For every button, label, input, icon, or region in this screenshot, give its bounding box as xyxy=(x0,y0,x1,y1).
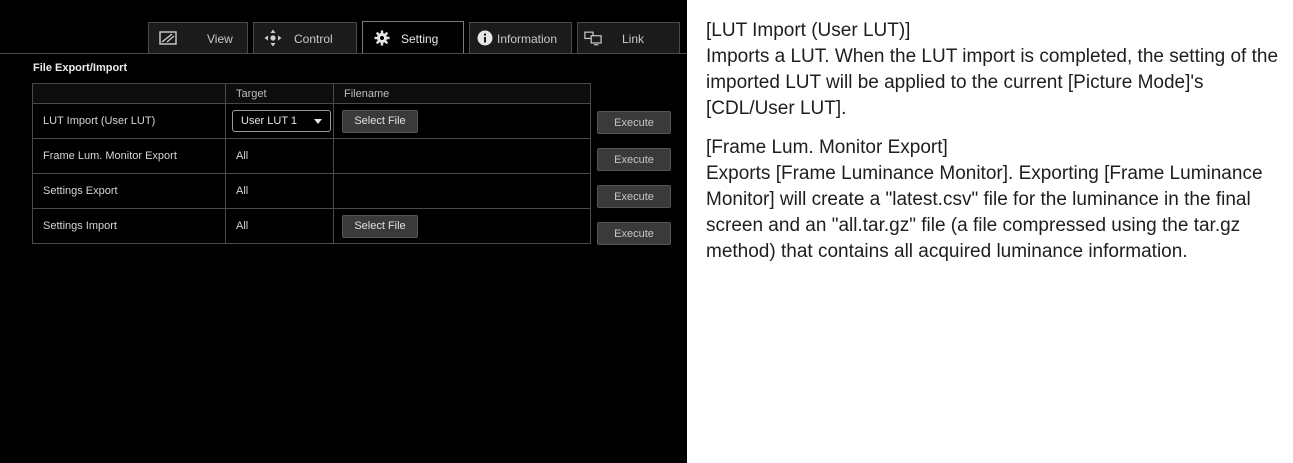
target-cell: User LUT 1 xyxy=(226,104,334,138)
lut-body: Imports a LUT. When the LUT import is co… xyxy=(706,46,1279,119)
tab-divider xyxy=(0,53,687,54)
tab-view[interactable]: View xyxy=(148,22,248,53)
move-arrows-icon xyxy=(264,29,282,47)
file-export-import-table: Target Filename LUT Import (User LUT) Us… xyxy=(32,83,591,244)
target-value: All xyxy=(226,139,334,173)
chevron-down-icon xyxy=(314,119,322,124)
gear-icon xyxy=(373,30,391,46)
row-name: Frame Lum. Monitor Export xyxy=(33,139,226,173)
table-row: Settings Export All xyxy=(33,173,590,208)
row-name: Settings Export xyxy=(33,174,226,208)
target-select-value: User LUT 1 xyxy=(241,115,298,127)
info-icon xyxy=(476,30,494,46)
tab-setting[interactable]: Setting xyxy=(362,21,464,54)
tab-label: Link xyxy=(622,32,645,46)
monitors-link-icon xyxy=(584,30,602,46)
table-header-row: Target Filename xyxy=(33,84,590,103)
monitor-web-ui: View Control Setting Information Link Fi… xyxy=(0,0,687,463)
tab-label: Control xyxy=(294,32,333,46)
table-row: LUT Import (User LUT) User LUT 1 Select … xyxy=(33,103,590,138)
execute-button[interactable]: Execute xyxy=(597,185,671,208)
tab-information[interactable]: Information xyxy=(469,22,572,53)
target-select[interactable]: User LUT 1 xyxy=(232,110,331,132)
tab-label: View xyxy=(207,32,233,46)
header-cell xyxy=(33,84,226,103)
tab-link[interactable]: Link xyxy=(577,22,680,53)
row-name: LUT Import (User LUT) xyxy=(33,104,226,138)
filename-cell: Select File xyxy=(334,209,590,243)
header-cell-filename: Filename xyxy=(344,87,390,100)
table-row: Settings Import All Select File xyxy=(33,208,590,243)
table-row: Frame Lum. Monitor Export All xyxy=(33,138,590,173)
execute-button[interactable]: Execute xyxy=(597,222,671,245)
header-cell-target: Target xyxy=(226,84,334,103)
frame-body: Exports [Frame Luminance Monitor]. Expor… xyxy=(706,163,1263,262)
filename-cell: Select File xyxy=(334,104,590,138)
row-name: Settings Import xyxy=(33,209,226,243)
picture-icon xyxy=(159,30,177,46)
tab-control[interactable]: Control xyxy=(253,22,357,53)
tab-label: Information xyxy=(497,32,558,46)
frame-heading: [Frame Lum. Monitor Export] xyxy=(706,137,948,158)
section-title: File Export/Import xyxy=(33,62,128,74)
target-value: All xyxy=(226,209,334,243)
tab-label: Setting xyxy=(401,32,439,46)
lut-heading: [LUT Import (User LUT)] xyxy=(706,20,911,41)
description-text: [LUT Import (User LUT)] Imports a LUT. W… xyxy=(706,18,1286,278)
filename-cell xyxy=(334,139,590,173)
target-value: All xyxy=(226,174,334,208)
filename-cell xyxy=(334,174,590,208)
execute-button[interactable]: Execute xyxy=(597,111,671,134)
frame-description: [Frame Lum. Monitor Export] Exports [Fra… xyxy=(706,135,1286,265)
select-file-button[interactable]: Select File xyxy=(342,109,418,133)
select-file-button[interactable]: Select File xyxy=(342,214,418,238)
lut-description: [LUT Import (User LUT)] Imports a LUT. W… xyxy=(706,18,1286,122)
execute-button[interactable]: Execute xyxy=(597,148,671,171)
